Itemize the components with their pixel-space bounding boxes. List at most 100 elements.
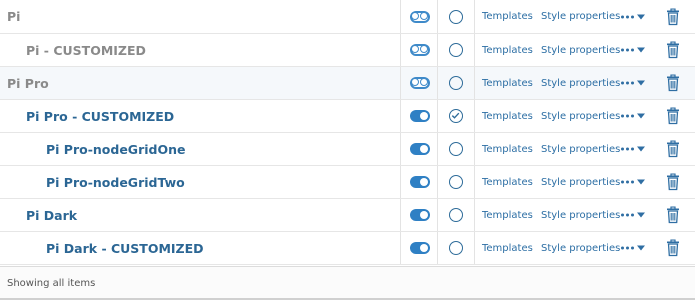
- style-properties-link[interactable]: Style properties: [541, 67, 620, 99]
- trash-icon[interactable]: [666, 173, 680, 191]
- theme-name: Pi: [7, 9, 21, 24]
- more-dots-icon: [621, 246, 634, 250]
- toggle-switch-icon[interactable]: [410, 110, 430, 122]
- caret-down-icon: [637, 146, 645, 152]
- templates-link[interactable]: Templates: [482, 34, 533, 66]
- more-dots-icon: [621, 81, 634, 85]
- theme-name: Pi Pro: [7, 75, 49, 91]
- trash-icon[interactable]: [666, 140, 680, 158]
- toggle-switch-icon[interactable]: [410, 176, 430, 188]
- column-divider: [400, 100, 401, 132]
- toggle-switch-icon[interactable]: [410, 44, 430, 56]
- column-divider: [474, 199, 475, 231]
- style-properties-link[interactable]: Style properties: [541, 166, 620, 198]
- table-row: Pi Dark - CUSTOMIZED Templates Style prope…: [0, 232, 695, 265]
- style-properties-link[interactable]: Style properties: [541, 199, 620, 231]
- column-divider: [474, 133, 475, 165]
- themes-table: Pi Templates Style properties Pi - CUSTOMIZ…: [0, 0, 695, 265]
- more-dots-icon: [621, 114, 634, 118]
- column-divider: [437, 232, 438, 264]
- theme-name: Pi Pro-nodeGridTwo: [46, 174, 185, 190]
- table-row: Pi Pro-nodeGridOne Templates Style propert…: [0, 133, 695, 166]
- column-divider: [400, 232, 401, 264]
- column-divider: [474, 34, 475, 66]
- more-actions-button[interactable]: [621, 179, 645, 185]
- table-footer: Showing all items: [0, 266, 695, 300]
- trash-icon[interactable]: [666, 7, 680, 25]
- radio-circle-icon[interactable]: [449, 76, 463, 90]
- column-divider: [400, 166, 401, 198]
- templates-link[interactable]: Templates: [482, 166, 533, 198]
- more-dots-icon: [621, 15, 634, 18]
- column-divider: [437, 166, 438, 198]
- column-divider: [400, 133, 401, 165]
- theme-name: Pi Pro - CUSTOMIZED: [26, 108, 175, 124]
- caret-down-icon: [637, 179, 645, 185]
- column-divider: [474, 67, 475, 99]
- style-properties-link[interactable]: Style properties: [541, 232, 620, 264]
- column-divider: [474, 0, 475, 33]
- more-actions-button[interactable]: [621, 212, 645, 218]
- templates-link[interactable]: Templates: [482, 133, 533, 165]
- more-dots-icon: [621, 147, 634, 151]
- trash-icon[interactable]: [666, 107, 680, 125]
- trash-icon[interactable]: [666, 239, 680, 257]
- column-divider: [400, 0, 401, 33]
- trash-icon[interactable]: [666, 41, 680, 59]
- table-row: Pi Pro-nodeGridTwo Templates Style propert…: [0, 166, 695, 199]
- caret-down-icon: [637, 14, 645, 19]
- more-actions-button[interactable]: [621, 146, 645, 152]
- radio-circle-icon[interactable]: [449, 43, 463, 57]
- toggle-switch-icon[interactable]: [410, 10, 430, 23]
- column-divider: [437, 133, 438, 165]
- templates-link[interactable]: Templates: [482, 232, 533, 264]
- theme-name: Pi Pro-nodeGridOne: [46, 141, 186, 157]
- toggle-switch-icon[interactable]: [410, 143, 430, 155]
- radio-circle-icon[interactable]: [449, 208, 463, 222]
- column-divider: [437, 67, 438, 99]
- column-divider: [400, 67, 401, 99]
- style-properties-link[interactable]: Style properties: [541, 0, 620, 33]
- templates-link[interactable]: Templates: [482, 0, 533, 33]
- theme-name: Pi Dark: [26, 207, 78, 223]
- radio-circle-icon[interactable]: [449, 9, 463, 24]
- more-actions-button[interactable]: [621, 113, 645, 119]
- radio-circle-icon[interactable]: [449, 175, 463, 189]
- toggle-switch-icon[interactable]: [410, 209, 430, 221]
- radio-circle-icon[interactable]: [449, 241, 463, 255]
- more-actions-button[interactable]: [621, 14, 645, 19]
- column-divider: [474, 232, 475, 264]
- more-actions-button[interactable]: [621, 47, 645, 53]
- radio-circle-icon[interactable]: [449, 142, 463, 156]
- table-row: Pi Pro - CUSTOMIZED Templates Style proper…: [0, 100, 695, 133]
- style-properties-link[interactable]: Style properties: [541, 100, 620, 132]
- more-dots-icon: [621, 48, 634, 52]
- more-dots-icon: [621, 213, 634, 217]
- column-divider: [437, 0, 438, 33]
- templates-link[interactable]: Templates: [482, 100, 533, 132]
- caret-down-icon: [637, 113, 645, 119]
- toggle-switch-icon[interactable]: [410, 242, 430, 254]
- style-properties-link[interactable]: Style properties: [541, 133, 620, 165]
- table-row: Pi Pro Templates Style properties: [0, 67, 695, 100]
- more-actions-button[interactable]: [621, 80, 645, 86]
- caret-down-icon: [637, 80, 645, 86]
- table-row: Pi - CUSTOMIZED Templates Style properties: [0, 34, 695, 67]
- trash-icon[interactable]: [666, 74, 680, 92]
- column-divider: [474, 100, 475, 132]
- caret-down-icon: [637, 245, 645, 251]
- caret-down-icon: [637, 47, 645, 53]
- theme-name: Pi Dark - CUSTOMIZED: [46, 240, 204, 256]
- caret-down-icon: [637, 212, 645, 218]
- templates-link[interactable]: Templates: [482, 67, 533, 99]
- templates-link[interactable]: Templates: [482, 199, 533, 231]
- toggle-switch-icon[interactable]: [410, 77, 430, 89]
- trash-icon[interactable]: [666, 206, 680, 224]
- column-divider: [400, 199, 401, 231]
- style-properties-link[interactable]: Style properties: [541, 34, 620, 66]
- more-dots-icon: [621, 180, 634, 184]
- more-actions-button[interactable]: [621, 245, 645, 251]
- column-divider: [437, 100, 438, 132]
- radio-checked-icon[interactable]: [449, 109, 463, 123]
- theme-name: Pi - CUSTOMIZED: [26, 42, 146, 58]
